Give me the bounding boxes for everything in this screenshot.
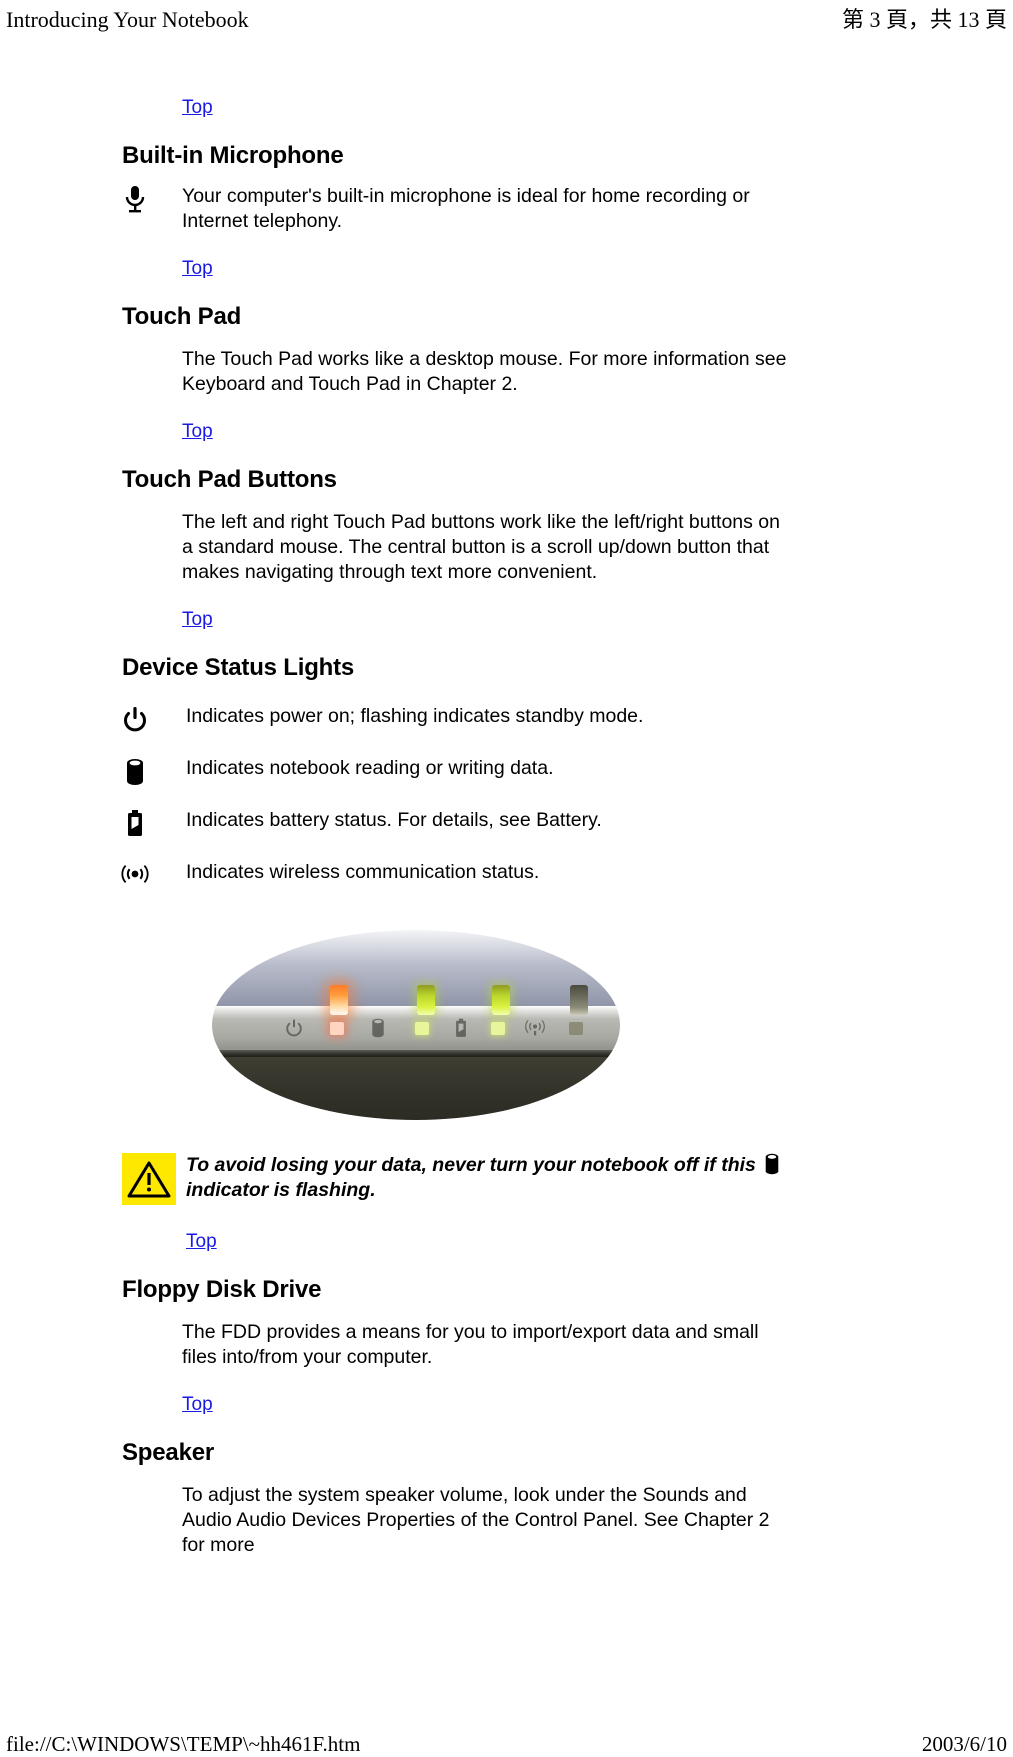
floppy-disk-drive-description: The FDD provides a means for you to impo…: [182, 1321, 759, 1368]
top-link-touch-pad-buttons[interactable]: Top: [182, 419, 218, 445]
heading-built-in-microphone: Built-in Microphone: [122, 142, 344, 169]
top-link-touch-pad[interactable]: Top: [182, 256, 218, 282]
page-footer: file://C:\WINDOWS\TEMP\~hh461F.htm 2003/…: [0, 1732, 1013, 1757]
warning-callout: To avoid losing your data, never turn yo…: [0, 1153, 1013, 1207]
heading-floppy-disk-drive: Floppy Disk Drive: [122, 1276, 322, 1303]
panel-battery-icon: [454, 1018, 468, 1044]
warning-text-after: indicator is flashing.: [186, 1179, 376, 1201]
top-link-device-status-lights[interactable]: Top: [182, 607, 218, 633]
warning-text: To avoid losing your data, never turn yo…: [186, 1153, 806, 1203]
speaker-description: To adjust the system speaker volume, loo…: [182, 1484, 770, 1556]
panel-power-icon: [284, 1018, 304, 1043]
status-lights-photo-wrap: [0, 930, 1013, 1125]
touch-pad-buttons-description: The left and right Touch Pad buttons wor…: [182, 511, 780, 583]
heading-touch-pad-buttons: Touch Pad Buttons: [122, 466, 337, 493]
notebook-lid-surface: [212, 930, 620, 1008]
status-text-disk: Indicates notebook reading or writing da…: [186, 757, 554, 779]
photo-ellipse-mask: [212, 930, 620, 1120]
panel-led-slot-wireless: [569, 1022, 583, 1035]
page-header: Introducing Your Notebook 第 3 頁，共 13 頁: [0, 2, 1013, 34]
page-header-title: Introducing Your Notebook: [6, 7, 249, 32]
top-link-microphone[interactable]: Top: [182, 95, 218, 121]
status-text-battery: Indicates battery status. For details, s…: [186, 809, 602, 831]
page-number-indicator: 第 3 頁，共 13 頁: [841, 7, 1007, 32]
led-disk: [417, 985, 435, 1015]
led-wireless: [570, 985, 588, 1015]
status-lights-photo: [212, 930, 620, 1120]
panel-led-slot-battery: [491, 1022, 505, 1035]
wireless-icon: [118, 860, 152, 892]
status-text-power: Indicates power on; flashing indicates s…: [186, 705, 644, 727]
disk-icon: [763, 1153, 781, 1175]
warning-text-before: To avoid losing your data, never turn yo…: [186, 1154, 756, 1176]
status-text-wireless: Indicates wireless communication status.: [186, 861, 540, 883]
heading-device-status-lights: Device Status Lights: [122, 654, 355, 681]
battery-icon: [118, 808, 152, 840]
status-row-wireless: Indicates wireless communication status.: [0, 860, 1013, 890]
footer-date: 2003/6/10: [921, 1732, 1007, 1756]
top-link-floppy-disk-drive[interactable]: Top: [186, 1229, 222, 1255]
led-power: [330, 985, 348, 1015]
warning-triangle-icon: [122, 1153, 176, 1205]
microphone-description: Your computer's built-in microphone is i…: [182, 185, 750, 232]
document-content: Top Built-in Microphone Your computer's …: [0, 95, 1013, 1558]
microphone-icon: [118, 184, 152, 216]
panel-led-slot-disk: [415, 1022, 429, 1035]
microphone-row: Your computer's built-in microphone is i…: [0, 184, 1013, 234]
footer-file-path: file://C:\WINDOWS\TEMP\~hh461F.htm: [6, 1732, 361, 1756]
heading-touch-pad: Touch Pad: [122, 303, 242, 330]
top-link-speaker[interactable]: Top: [182, 1392, 218, 1418]
touch-pad-description: The Touch Pad works like a desktop mouse…: [182, 348, 787, 395]
led-battery: [492, 985, 510, 1015]
heading-speaker: Speaker: [122, 1439, 214, 1466]
status-row-battery: Indicates battery status. For details, s…: [0, 808, 1013, 838]
disk-icon: [118, 756, 152, 788]
power-icon: [118, 704, 152, 736]
panel-disk-icon: [370, 1018, 386, 1043]
panel-led-slot-power: [330, 1022, 344, 1035]
status-row-disk: Indicates notebook reading or writing da…: [0, 756, 1013, 786]
notebook-lower-body: [212, 1057, 620, 1120]
panel-wireless-icon: [524, 1018, 546, 1043]
status-row-power: Indicates power on; flashing indicates s…: [0, 704, 1013, 734]
